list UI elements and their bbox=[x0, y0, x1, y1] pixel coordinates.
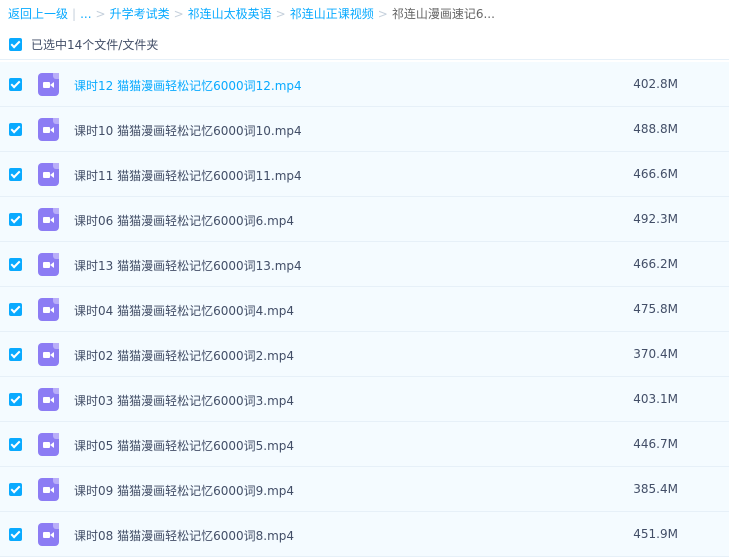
video-file-icon bbox=[38, 343, 59, 366]
file-checkbox[interactable] bbox=[9, 78, 22, 91]
video-file-icon bbox=[38, 388, 59, 411]
file-checkbox[interactable] bbox=[9, 258, 22, 271]
file-checkbox[interactable] bbox=[9, 483, 22, 496]
file-list: 课时12 猫猫漫画轻松记忆6000词12.mp4 402.8M 课时10 猫猫漫画轻… bbox=[0, 62, 729, 557]
file-checkbox[interactable] bbox=[9, 348, 22, 361]
video-file-icon bbox=[38, 208, 59, 231]
file-name[interactable]: 课时09 猫猫漫画轻松记忆6000词9.mp4 bbox=[74, 482, 294, 499]
file-size: 446.7M bbox=[633, 437, 678, 451]
file-name[interactable]: 课时11 猫猫漫画轻松记忆6000词11.mp4 bbox=[74, 167, 302, 184]
video-file-icon bbox=[38, 163, 59, 186]
file-row[interactable]: 课时11 猫猫漫画轻松记忆6000词11.mp4 466.6M bbox=[0, 152, 729, 197]
video-file-icon bbox=[38, 298, 59, 321]
file-row[interactable]: 课时04 猫猫漫画轻松记忆6000词4.mp4 475.8M bbox=[0, 287, 729, 332]
file-size: 385.4M bbox=[633, 482, 678, 496]
file-checkbox[interactable] bbox=[9, 438, 22, 451]
file-checkbox[interactable] bbox=[9, 168, 22, 181]
file-row[interactable]: 课时05 猫猫漫画轻松记忆6000词5.mp4 446.7M bbox=[0, 422, 729, 467]
video-file-icon bbox=[38, 73, 59, 96]
file-name[interactable]: 课时04 猫猫漫画轻松记忆6000词4.mp4 bbox=[74, 302, 294, 319]
file-name[interactable]: 课时03 猫猫漫画轻松记忆6000词3.mp4 bbox=[74, 392, 294, 409]
file-checkbox[interactable] bbox=[9, 123, 22, 136]
file-row[interactable]: 课时03 猫猫漫画轻松记忆6000词3.mp4 403.1M bbox=[0, 377, 729, 422]
file-name[interactable]: 课时06 猫猫漫画轻松记忆6000词6.mp4 bbox=[74, 212, 294, 229]
selection-count-label: 已选中14个文件/文件夹 bbox=[31, 38, 159, 52]
file-name[interactable]: 课时13 猫猫漫画轻松记忆6000词13.mp4 bbox=[74, 257, 302, 274]
file-name[interactable]: 课时10 猫猫漫画轻松记忆6000词10.mp4 bbox=[74, 122, 302, 139]
breadcrumb-divider: | bbox=[72, 6, 77, 21]
file-size: 492.3M bbox=[633, 212, 678, 226]
file-size: 402.8M bbox=[633, 77, 678, 91]
breadcrumb-ellipsis[interactable]: ... bbox=[80, 7, 91, 21]
breadcrumb-separator-icon: > bbox=[275, 6, 286, 21]
file-row[interactable]: 课时02 猫猫漫画轻松记忆6000词2.mp4 370.4M bbox=[0, 332, 729, 377]
file-size: 451.9M bbox=[633, 527, 678, 541]
file-row[interactable]: 课时13 猫猫漫画轻松记忆6000词13.mp4 466.2M bbox=[0, 242, 729, 287]
breadcrumb-separator-icon: > bbox=[377, 6, 388, 21]
file-name[interactable]: 课时12 猫猫漫画轻松记忆6000词12.mp4 bbox=[74, 77, 302, 94]
video-file-icon bbox=[38, 433, 59, 456]
file-size: 403.1M bbox=[633, 392, 678, 406]
video-file-icon bbox=[38, 478, 59, 501]
video-file-icon bbox=[38, 253, 59, 276]
file-size: 475.8M bbox=[633, 302, 678, 316]
file-row[interactable]: 课时12 猫猫漫画轻松记忆6000词12.mp4 402.8M bbox=[0, 62, 729, 107]
breadcrumb-separator-icon: > bbox=[95, 6, 106, 21]
file-name[interactable]: 课时02 猫猫漫画轻松记忆6000词2.mp4 bbox=[74, 347, 294, 364]
file-row[interactable]: 课时09 猫猫漫画轻松记忆6000词9.mp4 385.4M bbox=[0, 467, 729, 512]
breadcrumb-item[interactable]: 祁连山太极英语 bbox=[188, 5, 272, 22]
breadcrumb-current: 祁连山漫画速记6... bbox=[391, 7, 495, 21]
breadcrumb-separator-icon: > bbox=[173, 6, 184, 21]
file-name[interactable]: 课时08 猫猫漫画轻松记忆6000词8.mp4 bbox=[74, 527, 294, 544]
selection-bar: 已选中14个文件/文件夹 bbox=[0, 30, 729, 60]
file-row[interactable]: 课时10 猫猫漫画轻松记忆6000词10.mp4 488.8M bbox=[0, 107, 729, 152]
breadcrumb-back-link[interactable]: 返回上一级 bbox=[8, 5, 68, 22]
file-name[interactable]: 课时05 猫猫漫画轻松记忆6000词5.mp4 bbox=[74, 437, 294, 454]
select-all-checkbox[interactable] bbox=[9, 38, 22, 51]
breadcrumb-item[interactable]: 升学考试类 bbox=[110, 5, 170, 22]
file-size: 370.4M bbox=[633, 347, 678, 361]
file-checkbox[interactable] bbox=[9, 303, 22, 316]
breadcrumb: 返回上一级 | ... > 升学考试类 > 祁连山太极英语 > 祁连山正课视频 … bbox=[0, 0, 729, 27]
file-row[interactable]: 课时06 猫猫漫画轻松记忆6000词6.mp4 492.3M bbox=[0, 197, 729, 242]
file-size: 466.6M bbox=[633, 167, 678, 181]
video-file-icon bbox=[38, 118, 59, 141]
file-size: 466.2M bbox=[633, 257, 678, 271]
file-checkbox[interactable] bbox=[9, 213, 22, 226]
file-checkbox[interactable] bbox=[9, 393, 22, 406]
file-size: 488.8M bbox=[633, 122, 678, 136]
breadcrumb-item[interactable]: 祁连山正课视频 bbox=[290, 5, 374, 22]
